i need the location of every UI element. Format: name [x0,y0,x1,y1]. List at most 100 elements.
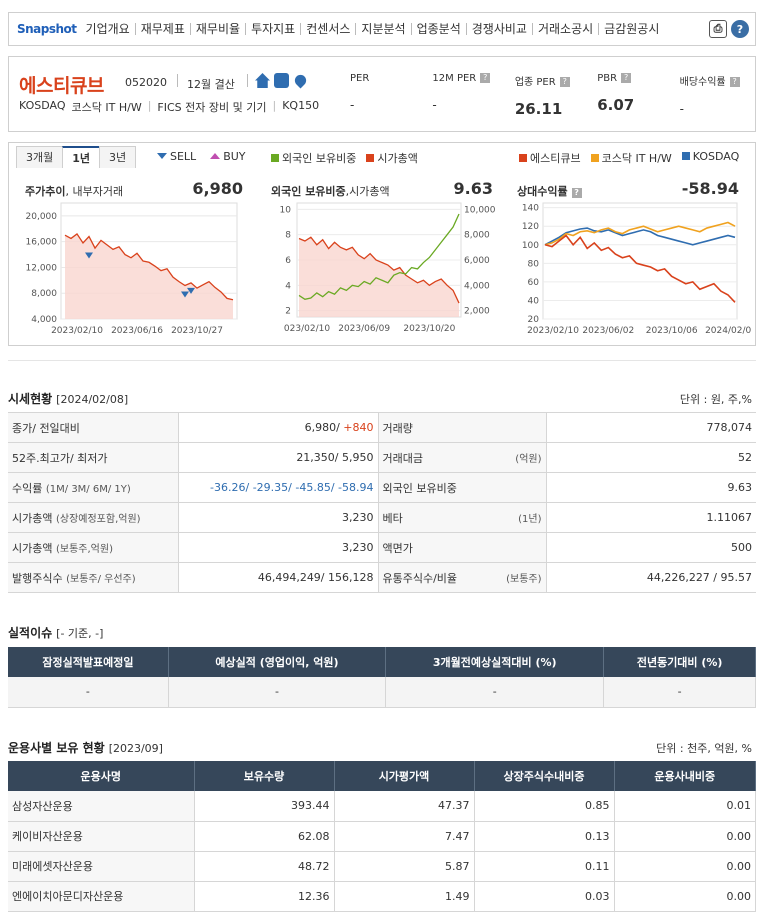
company-code: 052020 [125,76,167,89]
holdings-unit: 단위 : 천주, 억원, % [656,742,752,755]
nav-item[interactable]: 금감원공시 [598,23,664,35]
nav-item[interactable]: 거래소공시 [531,23,598,35]
col-header: 전년동기대비 (%) [603,647,756,677]
nav-item[interactable]: 기업개요 [81,23,135,35]
legend-sector: 코스닥 IT H/W [590,150,672,166]
col-header: 3개월전예상실적대비 (%) [385,647,605,677]
fiscal-period: 12월 결산 [187,78,235,91]
fics-label: FICS 전자 장비 및 기기 [157,101,267,114]
y-right-tick-label: 8,000 [464,231,490,241]
row-value: 778,074 [546,412,756,443]
table-cell: 삼성자산운용 [8,791,195,822]
x-tick-label: 2023/10/20 [403,324,455,334]
x-tick-label: 2023/06/16 [111,326,163,336]
table-cell: 1.49 [334,881,475,912]
print-icon[interactable]: ⎙ [709,20,727,38]
col-header: 예상실적 (영업이익, 억원) [168,647,387,677]
table-cell: 393.44 [194,791,335,822]
index-label: KQ150 [282,99,320,112]
x-tick-label: 2023/10/27 [171,326,223,336]
row-label: 외국인 보유비중 [378,472,547,503]
table-row: 케이비자산운용 62.08 7.47 0.13 0.00 [8,821,756,852]
nav-item[interactable]: 지분분석 [355,23,410,35]
y-tick-label: 140 [522,204,539,214]
table-cell: 미래에셋자산운용 [8,851,195,882]
x-tick-label: 023/02/10 [284,324,330,334]
table-cell: 0.00 [614,821,756,852]
help-icon[interactable]: ? [559,77,570,87]
x-tick-label: 2023/10/06 [646,326,698,336]
nav-item[interactable]: 재무제표 [134,23,190,35]
y-tick-label: 60 [528,278,540,288]
table-row: 종가/ 전일대비 6,980/ +840 거래량 778,074 [8,412,756,443]
y-tick-label: 8,000 [31,289,57,299]
row-value: 3,230 [178,532,379,563]
location-icon[interactable] [292,72,309,89]
help-icon[interactable]: ? [731,20,749,38]
legend-stock: 에스티큐브 [519,150,581,166]
nav-item[interactable]: 경쟁사비교 [465,23,532,35]
nav-item[interactable]: 컨센서스 [300,23,355,35]
y-left-tick-label: 2 [285,307,291,317]
help-icon[interactable]: ? [480,73,491,83]
tab-3y[interactable]: 3년 [99,146,137,168]
holdings-section-title: 운용사별 보유 현황 [2023/09] [8,741,163,755]
row-label: 베타 (1년) [378,502,547,533]
table-cell: 0.03 [474,881,615,912]
y-tick-label: 12,000 [26,263,58,273]
table-cell: 62.08 [194,821,335,852]
plot-area [542,202,738,320]
col-header: 시가평가액 [334,761,475,791]
row-label: 유통주식수/비율 (보통주) [378,562,547,593]
sell-marker-icon [157,153,167,159]
table-cell: 47.37 [334,791,475,822]
market-unit: 단위 : 원, 주,% [679,393,752,406]
metric-dividend: 배당수익률? - [674,57,756,131]
tab-3m[interactable]: 3개월 [16,146,64,168]
row-label: 종가/ 전일대비 [8,412,179,443]
price-chart: 주가추이, 내부자거래 6,980 4,000 8,000 12,000 16,000… [15,169,255,345]
table-cell: 케이비자산운용 [8,821,195,852]
metric-pbr: PBR? 6.07 [597,73,635,114]
row-label: 시가총액 (보통주,억원) [8,532,179,563]
top-nav: Snapshot 기업개요 재무제표 재무비율 투자지표 컨센서스 지분분석 업… [8,12,756,46]
y-tick-label: 120 [522,222,539,232]
table-cell: 7.47 [334,821,475,852]
table-cell: 0.01 [614,791,756,822]
buy-marker-icon [210,153,221,159]
x-tick-label: 2023/06/09 [338,324,390,334]
y-tick-label: 16,000 [26,238,58,248]
row-value: 6,980/ +840 [178,412,379,443]
help-icon[interactable]: ? [621,73,632,83]
row-value: 21,350/ 5,950 [178,442,379,473]
nav-item[interactable]: 재무비율 [189,23,245,35]
help-icon[interactable]: ? [729,77,740,87]
y-left-tick-label: 6 [285,256,291,266]
row-label: 거래량 [378,412,547,443]
nav-item[interactable]: 업종분석 [410,23,466,35]
col-header: 운용사내비중 [614,761,756,791]
nav-item[interactable]: 투자지표 [245,23,300,35]
table-row: 삼성자산운용 393.44 47.37 0.85 0.01 [8,791,756,822]
sell-legend: SELL [157,150,196,163]
row-value: 46,494,249/ 156,128 [178,562,379,593]
row-value: 52 [546,442,756,473]
y-tick-label: 20 [528,315,540,325]
y-left-tick-label: 8 [285,231,291,241]
divider [247,74,248,87]
market-section-title: 시세현황 [2024/02/08] [8,392,129,406]
y-tick-label: 100 [522,241,539,251]
tab-1y[interactable]: 1년 [62,146,101,168]
nav-snapshot[interactable]: Snapshot [17,22,77,36]
phone-icon[interactable] [274,73,289,88]
table-cell: 0.13 [474,821,615,852]
x-tick-label: 2024/02/02 [705,326,751,336]
row-label: 시가총액 (상장예정포함,억원) [8,502,179,533]
y-right-tick-label: 6,000 [464,256,490,266]
buy-legend: BUY [210,150,246,163]
home-icon[interactable] [255,73,270,88]
table-cell: 0.11 [474,851,615,882]
col-header: 운용사명 [8,761,195,791]
table-cell: 48.72 [194,851,335,882]
divider [177,74,178,87]
